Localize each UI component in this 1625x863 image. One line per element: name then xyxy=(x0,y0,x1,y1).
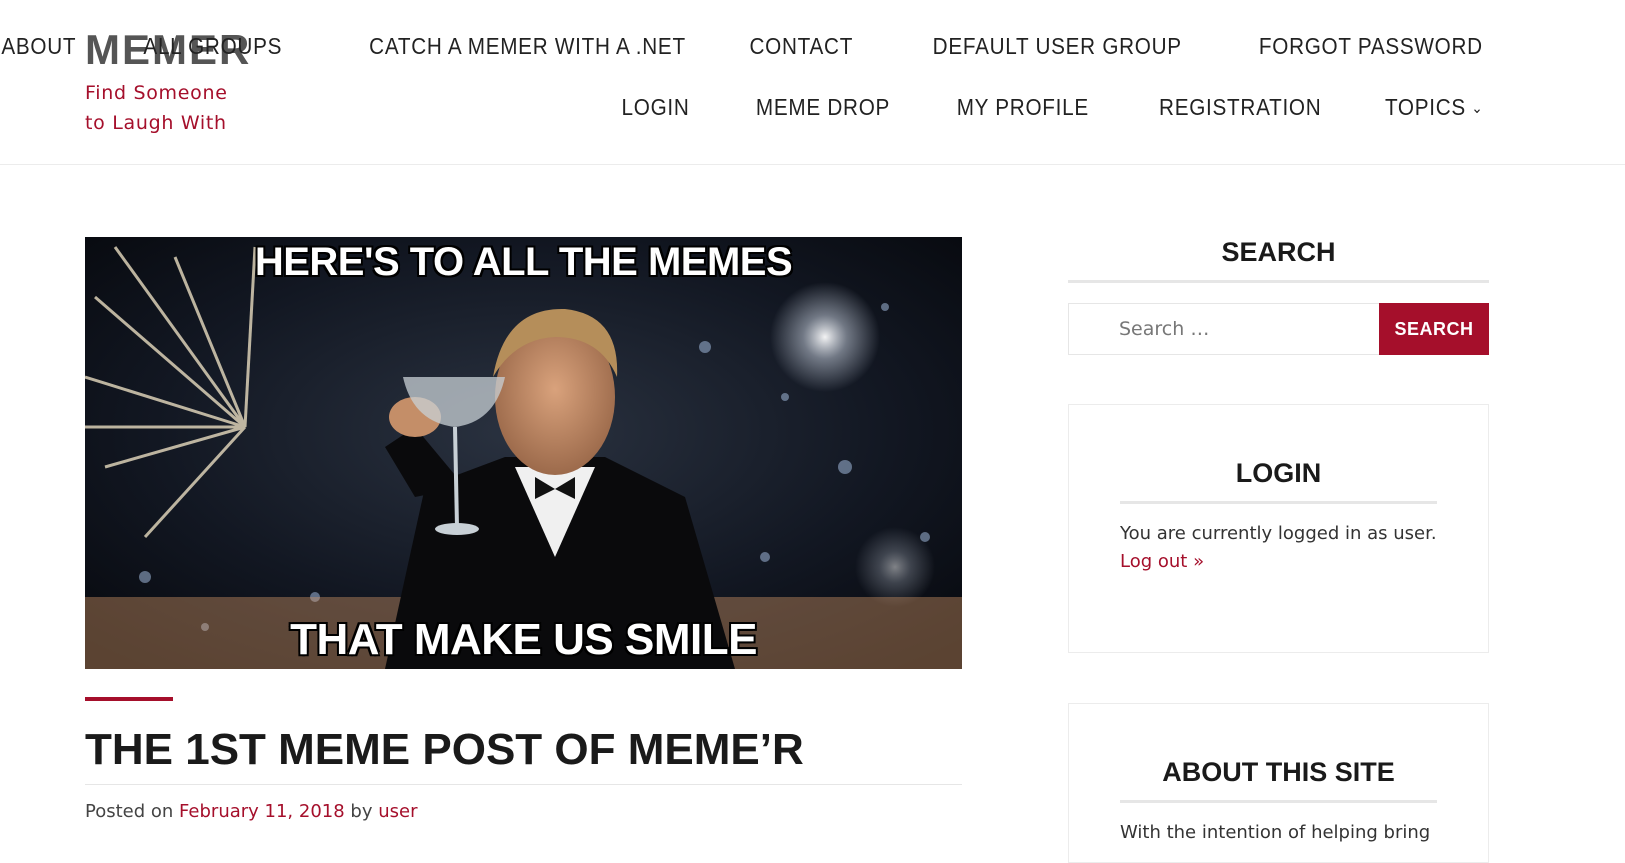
nav-item-my-profile[interactable]: MY PROFILE xyxy=(957,91,1089,127)
login-widget: LOGIN You are currently logged in as use… xyxy=(1068,404,1489,653)
login-widget-title: LOGIN xyxy=(1120,455,1437,504)
site-description: Find Someone to Laugh With xyxy=(85,82,228,134)
nav-item-forgot-password[interactable]: FORGOT PASSWORD xyxy=(1259,30,1483,62)
nav-item-default-user-group[interactable]: DEFAULT USER GROUP xyxy=(933,30,1182,62)
post-meta: Posted on February 11, 2018 by user xyxy=(85,798,418,826)
post-date-link[interactable]: February 11, 2018 xyxy=(179,801,345,822)
search-widget: SEARCH SEARCH xyxy=(1068,234,1489,355)
featured-image[interactable]: HERE'S TO ALL THE MEMES THAT MAKE US SMI… xyxy=(85,237,962,669)
about-text: With the intention of helping bring xyxy=(1120,822,1431,843)
chevron-down-icon[interactable]: ⌄ xyxy=(1471,93,1483,125)
search-form: SEARCH xyxy=(1068,303,1489,355)
meme-bottom-caption: THAT MAKE US SMILE xyxy=(290,615,757,664)
nav-item-meme-drop[interactable]: MEME DROP xyxy=(756,91,890,127)
nav-item-login[interactable]: LOGIN xyxy=(621,91,689,127)
post-title[interactable]: THE 1ST MEME POST OF MEME’R xyxy=(85,722,804,778)
nav-item-topics-label: TOPICS xyxy=(1384,94,1466,120)
title-divider xyxy=(85,784,962,785)
nav-item-registration[interactable]: REGISTRATION xyxy=(1159,91,1321,127)
primary-nav-row-1: ABOUT ALL GROUPS CATCH A MEMER WITH A .N… xyxy=(0,30,1483,62)
primary-nav-row-2: LOGIN MEME DROP MY PROFILE REGISTRATION … xyxy=(614,91,1483,127)
meme-top-caption: HERE'S TO ALL THE MEMES xyxy=(254,240,793,284)
site-header: MEMER Find Someone to Laugh With ABOUT A… xyxy=(0,0,1625,165)
about-widget-title: ABOUT THIS SITE xyxy=(1120,754,1437,803)
search-input[interactable] xyxy=(1068,303,1379,355)
nav-item-catch-a-memer[interactable]: CATCH A MEMER WITH A .NET xyxy=(370,30,687,62)
nav-item-all-groups[interactable]: ALL GROUPS xyxy=(144,30,283,62)
meme-photo xyxy=(85,237,962,669)
nav-item-about[interactable]: ABOUT xyxy=(1,30,76,62)
nav-item-contact[interactable]: CONTACT xyxy=(750,30,854,62)
title-accent-bar xyxy=(85,697,173,701)
post-author-link[interactable]: user xyxy=(378,801,417,822)
login-status-text: You are currently logged in as user. xyxy=(1120,523,1437,544)
by-label: by xyxy=(350,801,373,822)
search-widget-title: SEARCH xyxy=(1068,234,1489,283)
nav-item-topics[interactable]: TOPICS ⌄ xyxy=(1385,91,1483,127)
logout-link[interactable]: Log out » xyxy=(1120,548,1437,576)
search-button[interactable]: SEARCH xyxy=(1379,303,1489,355)
about-widget: ABOUT THIS SITE With the intention of he… xyxy=(1068,703,1489,863)
login-status: You are currently logged in as user. Log… xyxy=(1120,520,1437,576)
posted-on-label: Posted on xyxy=(85,801,174,822)
